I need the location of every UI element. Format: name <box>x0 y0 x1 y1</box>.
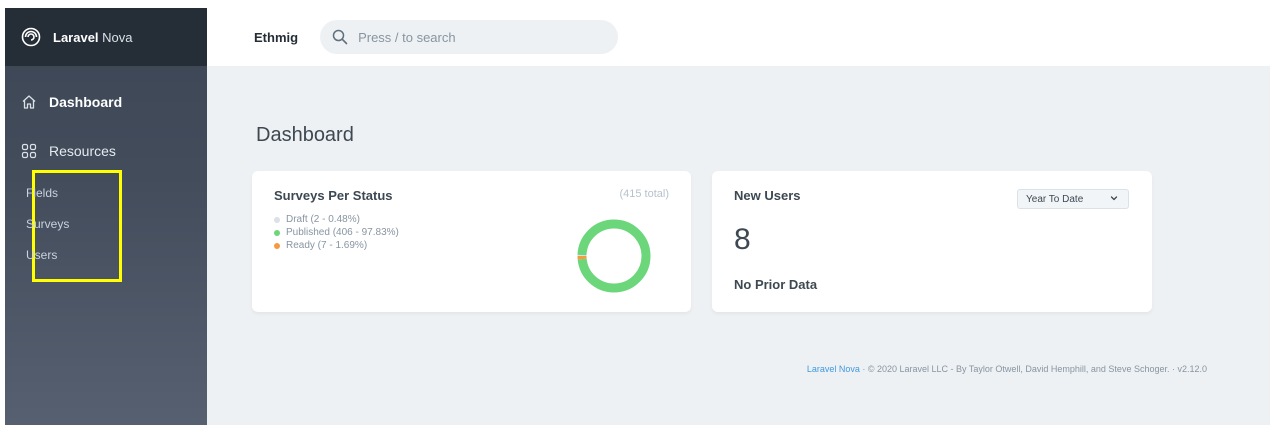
sidebar-item-surveys[interactable]: Surveys <box>26 217 69 231</box>
card-total: (415 total) <box>619 188 669 200</box>
status-donut-chart <box>577 219 651 293</box>
metric-comparison: No Prior Data <box>734 277 818 292</box>
legend: Draft (2 - 0.48%) Published (406 - 97.83… <box>274 213 399 252</box>
brand-name: Laravel Nova <box>53 30 133 45</box>
range-select-value: Year To Date <box>1026 193 1084 205</box>
sidebar-item-dashboard[interactable]: Dashboard <box>5 94 122 110</box>
top-bar: Ethmig <box>207 8 1270 66</box>
brand[interactable]: Laravel Nova <box>5 8 207 66</box>
grid-icon <box>21 143 37 159</box>
legend-item-ready: Ready (7 - 1.69%) <box>274 239 399 252</box>
nova-logo-icon <box>21 27 41 47</box>
sidebar-item-resources[interactable]: Resources <box>5 143 116 159</box>
home-icon <box>21 94 37 110</box>
legend-label: Draft (2 - 0.48%) <box>286 214 360 225</box>
card-title: Surveys Per Status <box>274 188 393 203</box>
legend-label: Published (406 - 97.83%) <box>286 227 399 238</box>
range-select[interactable]: Year To Date <box>1017 189 1129 209</box>
donut-slice-1 <box>577 219 651 293</box>
footer-nova-link[interactable]: Laravel Nova <box>807 364 860 374</box>
legend-item-published: Published (406 - 97.83%) <box>274 226 399 239</box>
new-users-card: New Users Year To Date 8 No Prior Data <box>712 171 1152 312</box>
sidebar-item-resources-label: Resources <box>49 143 116 159</box>
surveys-per-status-card: Surveys Per Status (415 total) Draft (2 … <box>252 171 691 312</box>
legend-dot-icon <box>274 242 280 249</box>
global-search[interactable] <box>320 20 619 54</box>
search-input[interactable] <box>358 29 599 45</box>
app-name[interactable]: Ethmig <box>254 30 298 45</box>
legend-dot-icon <box>274 216 280 223</box>
app-shell: Laravel Nova Dashboard Resources Fields … <box>5 8 1270 425</box>
footer: Laravel Nova · © 2020 Laravel LLC - By T… <box>207 364 1270 374</box>
brand-name-light: Nova <box>102 29 133 45</box>
sidebar-item-users[interactable]: Users <box>26 248 57 262</box>
chevron-down-icon <box>1109 193 1119 203</box>
card-title: New Users <box>734 188 801 203</box>
search-icon <box>332 29 348 45</box>
sidebar-item-fields[interactable]: Fields <box>26 186 58 200</box>
legend-label: Ready (7 - 1.69%) <box>286 240 368 251</box>
metric-value: 8 <box>734 223 751 256</box>
legend-item-draft: Draft (2 - 0.48%) <box>274 213 399 226</box>
sidebar: Laravel Nova Dashboard Resources Fields … <box>5 8 207 425</box>
footer-text: · © 2020 Laravel LLC - By Taylor Otwell,… <box>859 364 1207 374</box>
main-content: Ethmig Dashboard Surveys Per Status (415… <box>207 8 1270 425</box>
page-title: Dashboard <box>256 124 354 146</box>
brand-name-bold: Laravel <box>53 29 99 45</box>
sidebar-item-dashboard-label: Dashboard <box>49 94 123 110</box>
legend-dot-icon <box>274 229 280 236</box>
